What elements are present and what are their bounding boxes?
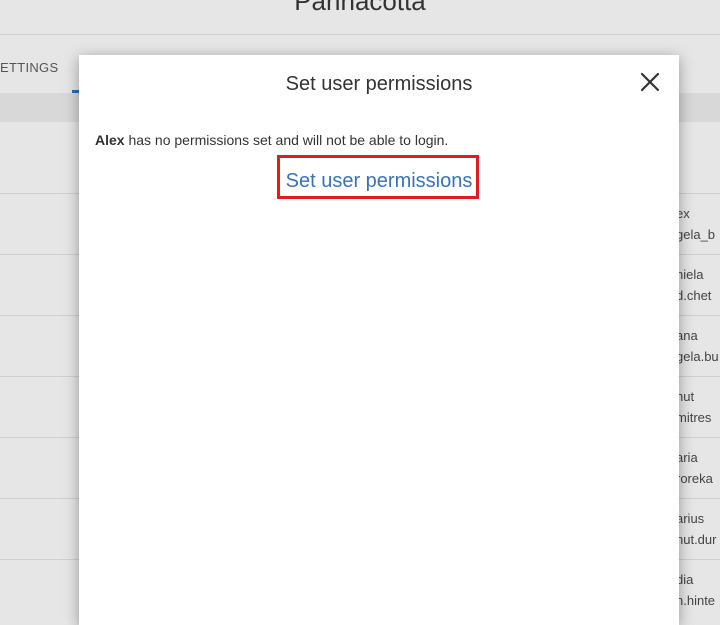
no-permissions-message: Alex has no permissions set and will not… — [95, 132, 448, 148]
app-title: Pannacotta — [294, 0, 426, 16]
user-login: hut.dur — [676, 532, 717, 547]
user-first-name: aria — [676, 450, 698, 465]
user-first-name: hut — [676, 389, 695, 404]
user-login: n.hinte — [676, 593, 716, 608]
user-first-name: niela — [676, 267, 704, 282]
user-row[interactable]: hut mitres — [676, 386, 711, 428]
user-row[interactable]: arius hut.dur — [676, 508, 716, 550]
tab-settings[interactable]: ETTINGS — [0, 60, 58, 75]
user-first-name: ex — [676, 206, 690, 221]
user-row[interactable]: niela d.chet — [676, 264, 711, 306]
user-login: d.chet — [676, 288, 712, 303]
modal-title: Set user permissions — [285, 73, 473, 95]
user-row[interactable]: aria roreka — [676, 447, 713, 489]
message-text: has no permissions set and will not be a… — [124, 132, 449, 148]
user-first-name: arius — [676, 511, 705, 526]
user-name: Alex — [95, 132, 125, 148]
user-login: gela_b — [676, 227, 716, 242]
user-row[interactable]: ana gela.bu — [676, 325, 719, 367]
user-login: gela.bu — [676, 349, 719, 364]
permissions-modal: Set user permissions Alex has no permiss… — [79, 55, 679, 625]
user-row[interactable]: dia n.hinte — [676, 569, 715, 611]
user-row[interactable]: ex gela_b — [676, 203, 715, 245]
user-first-name: dia — [676, 572, 694, 587]
user-login: roreka — [676, 471, 713, 486]
set-permissions-link[interactable]: Set user permissions — [79, 170, 679, 193]
header-divider — [0, 34, 720, 35]
user-first-name: ana — [676, 328, 698, 343]
close-icon — [640, 72, 660, 92]
close-button[interactable] — [639, 71, 661, 93]
user-login: mitres — [676, 410, 712, 425]
